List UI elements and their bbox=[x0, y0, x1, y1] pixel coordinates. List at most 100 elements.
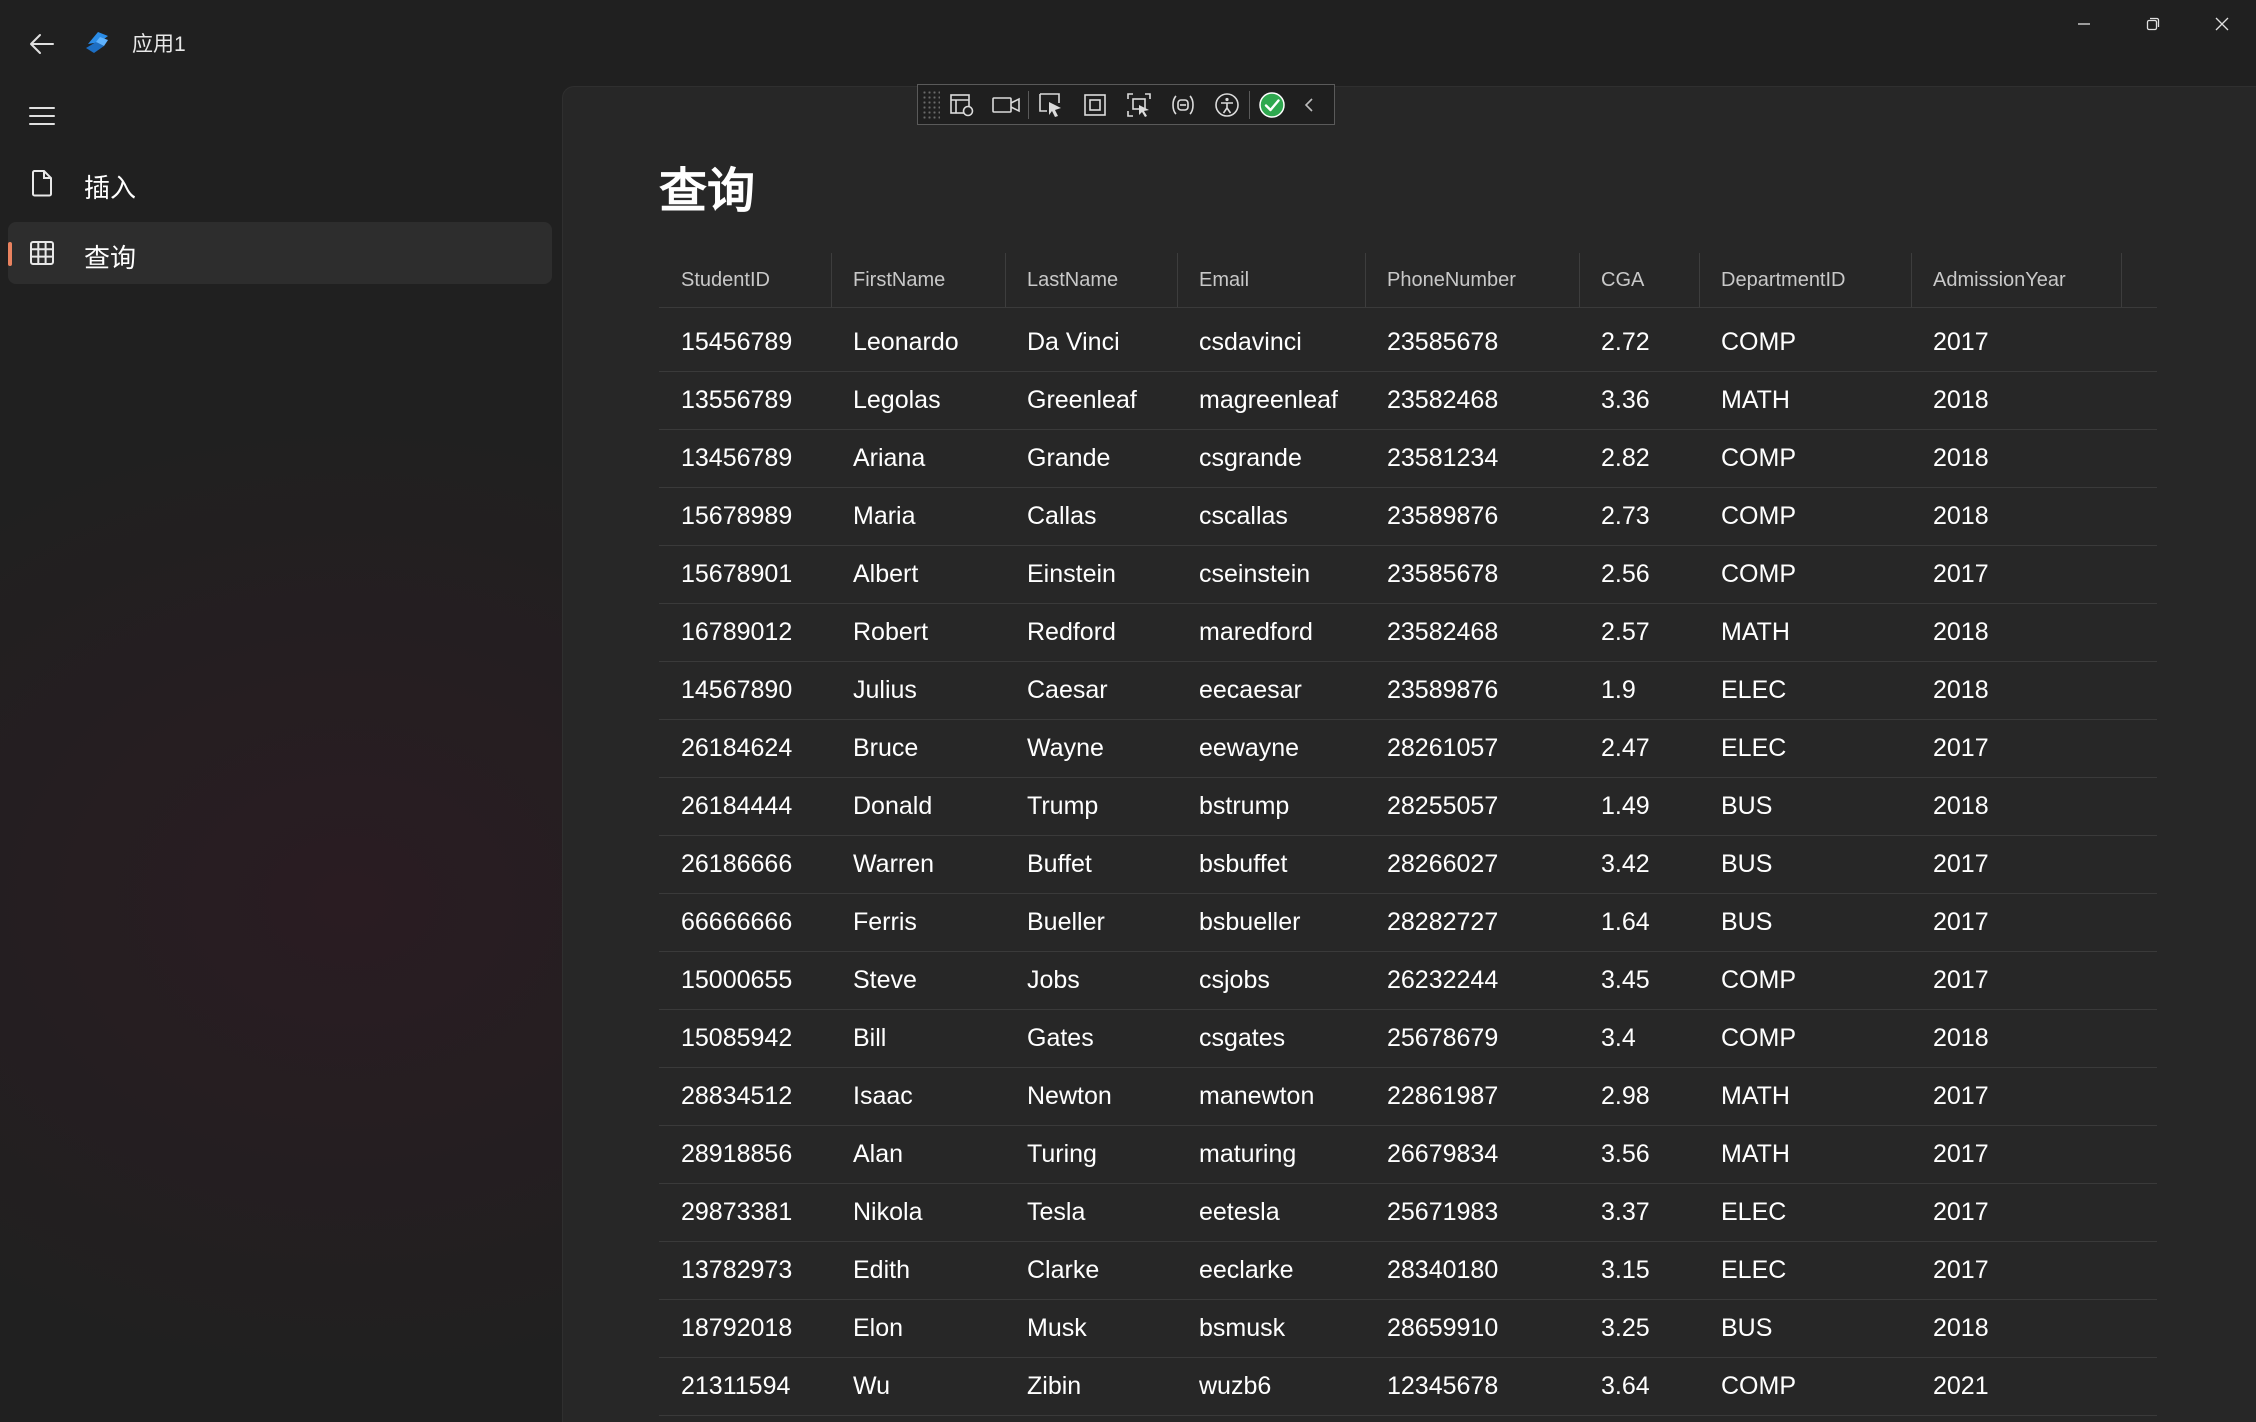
table-row[interactable]: 14567890 Julius Caesar eecaesar 23589876 1.9 E… bbox=[659, 662, 2157, 720]
table-row[interactable]: 18792018 Elon Musk bsmusk 28659910 3.25 BUS 201… bbox=[659, 1300, 2157, 1358]
cell-lastname: Tesla bbox=[1027, 1198, 1086, 1226]
cell-studentid: 29873381 bbox=[681, 1198, 793, 1226]
cell-lastname: Newton bbox=[1027, 1082, 1112, 1110]
collapse-toolbar-button[interactable] bbox=[1294, 85, 1324, 124]
table-grid-icon bbox=[28, 239, 56, 267]
nav-toggle-button[interactable] bbox=[22, 96, 62, 136]
table-row[interactable]: 15678901 Albert Einstein cseinstein 23585678… bbox=[659, 546, 2157, 604]
table-row[interactable]: 28918856 Alan Turing maturing 26679834 3.56 MA… bbox=[659, 1126, 2157, 1184]
cell-phonenumber: 25678679 bbox=[1387, 1024, 1499, 1052]
select-element-button[interactable] bbox=[1029, 85, 1073, 124]
cell-departmentid: MATH bbox=[1721, 618, 1790, 646]
table-row[interactable]: 15000655 Steve Jobs csjobs 26232244 3.45 COMP 2… bbox=[659, 952, 2157, 1010]
cell-studentid: 28834512 bbox=[681, 1082, 793, 1110]
column-header-email[interactable]: Email bbox=[1199, 253, 1361, 307]
binding-failures-button[interactable] bbox=[1161, 85, 1205, 124]
cell-cga: 3.15 bbox=[1601, 1256, 1650, 1284]
column-resizer[interactable] bbox=[1699, 253, 1700, 307]
column-header-firstname[interactable]: FirstName bbox=[853, 253, 1001, 307]
column-header-admissionyear[interactable]: AdmissionYear bbox=[1933, 253, 2117, 307]
table-row[interactable]: 15085942 Bill Gates csgates 25678679 3.4 COMP 2… bbox=[659, 1010, 2157, 1068]
table-row[interactable]: 66666666 Ferris Bueller bsbueller 28282727 1.… bbox=[659, 894, 2157, 952]
column-header-lastname[interactable]: LastName bbox=[1027, 253, 1173, 307]
cell-phonenumber: 22861987 bbox=[1387, 1082, 1499, 1110]
nav-item-insert[interactable]: 插入 bbox=[8, 152, 552, 214]
binding-failures-icon bbox=[1172, 94, 1194, 115]
table-row[interactable]: 26184624 Bruce Wayne eewayne 28261057 2.47 ELE… bbox=[659, 720, 2157, 778]
students-data-grid[interactable]: StudentID FirstName LastName Email PhoneNumb… bbox=[659, 253, 2157, 1416]
table-row[interactable]: 13782973 Edith Clarke eeclarke 28340180 3.15 E… bbox=[659, 1242, 2157, 1300]
column-resizer[interactable] bbox=[1579, 253, 1580, 307]
live-visual-tree-button[interactable] bbox=[940, 85, 984, 124]
cell-departmentid: ELEC bbox=[1721, 1256, 1787, 1284]
table-row[interactable]: 13456789 Ariana Grande csgrande 23581234 2.82… bbox=[659, 430, 2157, 488]
table-row[interactable]: 26184444 Donald Trump bstrump 28255057 1.49 BU… bbox=[659, 778, 2157, 836]
cell-phonenumber: 28255057 bbox=[1387, 792, 1499, 820]
column-header-phonenumber[interactable]: PhoneNumber bbox=[1387, 253, 1575, 307]
cell-cga: 3.56 bbox=[1601, 1140, 1650, 1168]
table-row[interactable]: 16789012 Robert Redford maredford 23582468 2.… bbox=[659, 604, 2157, 662]
back-button[interactable] bbox=[22, 24, 62, 64]
toolbar-grip[interactable] bbox=[922, 89, 940, 120]
close-button[interactable] bbox=[2187, 0, 2256, 48]
cell-admissionyear: 2018 bbox=[1933, 792, 1989, 820]
cell-studentid: 15085942 bbox=[681, 1024, 793, 1052]
column-resizer[interactable] bbox=[1911, 253, 1912, 307]
table-row[interactable]: 26186666 Warren Buffet bsbuffet 28266027 3.42… bbox=[659, 836, 2157, 894]
cell-lastname: Da Vinci bbox=[1027, 328, 1120, 356]
cell-email: eetesla bbox=[1199, 1198, 1280, 1226]
cell-cga: 2.98 bbox=[1601, 1082, 1650, 1110]
cell-lastname: Einstein bbox=[1027, 560, 1116, 588]
cell-email: csgates bbox=[1199, 1024, 1286, 1052]
table-row[interactable]: 29873381 Nikola Tesla eetesla 25671983 3.37 EL… bbox=[659, 1184, 2157, 1242]
navigation-pane: 插入 查询 bbox=[0, 86, 560, 1421]
column-resizer[interactable] bbox=[1177, 253, 1178, 307]
track-focus-icon bbox=[1127, 92, 1151, 117]
cell-lastname: Clarke bbox=[1027, 1256, 1100, 1284]
title-bar: 应用1 bbox=[0, 0, 2256, 86]
cell-cga: 1.64 bbox=[1601, 908, 1650, 936]
cell-cga: 3.36 bbox=[1601, 386, 1650, 414]
cell-phonenumber: 23585678 bbox=[1387, 560, 1499, 588]
cell-firstname: Ariana bbox=[853, 444, 926, 472]
cell-lastname: Grande bbox=[1027, 444, 1111, 472]
accessibility-checker-button[interactable] bbox=[1205, 85, 1249, 124]
column-resizer[interactable] bbox=[2121, 253, 2122, 307]
track-focus-button[interactable] bbox=[1117, 85, 1161, 124]
nav-item-query[interactable]: 查询 bbox=[8, 222, 552, 284]
column-resizer[interactable] bbox=[831, 253, 832, 307]
cell-cga: 1.49 bbox=[1601, 792, 1650, 820]
cell-email: cscallas bbox=[1199, 502, 1288, 530]
table-row[interactable]: 15456789 Leonardo Da Vinci csdavinci 2358567… bbox=[659, 314, 2157, 372]
restore-button[interactable] bbox=[2118, 0, 2187, 48]
cell-admissionyear: 2018 bbox=[1933, 444, 1989, 472]
table-row[interactable]: 15678989 Maria Callas cscallas 23589876 2.73 C… bbox=[659, 488, 2157, 546]
table-row[interactable]: 13556789 Legolas Greenleaf magreenleaf 23582… bbox=[659, 372, 2157, 430]
cell-departmentid: COMP bbox=[1721, 502, 1796, 530]
minimize-button[interactable] bbox=[2049, 0, 2118, 48]
cell-firstname: Edith bbox=[853, 1256, 910, 1284]
column-header-studentid[interactable]: StudentID bbox=[681, 253, 827, 307]
record-video-button[interactable] bbox=[984, 85, 1028, 124]
column-resizer[interactable] bbox=[1005, 253, 1006, 307]
cell-email: eeclarke bbox=[1199, 1256, 1294, 1284]
column-header-departmentid[interactable]: DepartmentID bbox=[1721, 253, 1907, 307]
cell-phonenumber: 23585678 bbox=[1387, 328, 1499, 356]
column-header-cga[interactable]: CGA bbox=[1601, 253, 1695, 307]
cell-admissionyear: 2017 bbox=[1933, 908, 1989, 936]
cell-phonenumber: 12345678 bbox=[1387, 1372, 1499, 1400]
hot-reload-status-button[interactable] bbox=[1250, 85, 1294, 124]
cell-studentid: 26184444 bbox=[681, 792, 793, 820]
column-resizer[interactable] bbox=[1365, 253, 1366, 307]
xaml-debug-toolbar bbox=[917, 84, 1335, 125]
cell-departmentid: MATH bbox=[1721, 386, 1790, 414]
table-row[interactable]: 28834512 Isaac Newton manewton 22861987 2.98 M… bbox=[659, 1068, 2157, 1126]
cell-phonenumber: 26232244 bbox=[1387, 966, 1499, 994]
cell-firstname: Leonardo bbox=[853, 328, 959, 356]
display-layout-adorners-button[interactable] bbox=[1073, 85, 1117, 124]
cell-studentid: 18792018 bbox=[681, 1314, 793, 1342]
cell-studentid: 66666666 bbox=[681, 908, 793, 936]
cell-cga: 2.56 bbox=[1601, 560, 1650, 588]
cell-firstname: Steve bbox=[853, 966, 917, 994]
table-row[interactable]: 21311594 Wu Zibin wuzb6 12345678 3.64 COMP 2021 bbox=[659, 1358, 2157, 1416]
